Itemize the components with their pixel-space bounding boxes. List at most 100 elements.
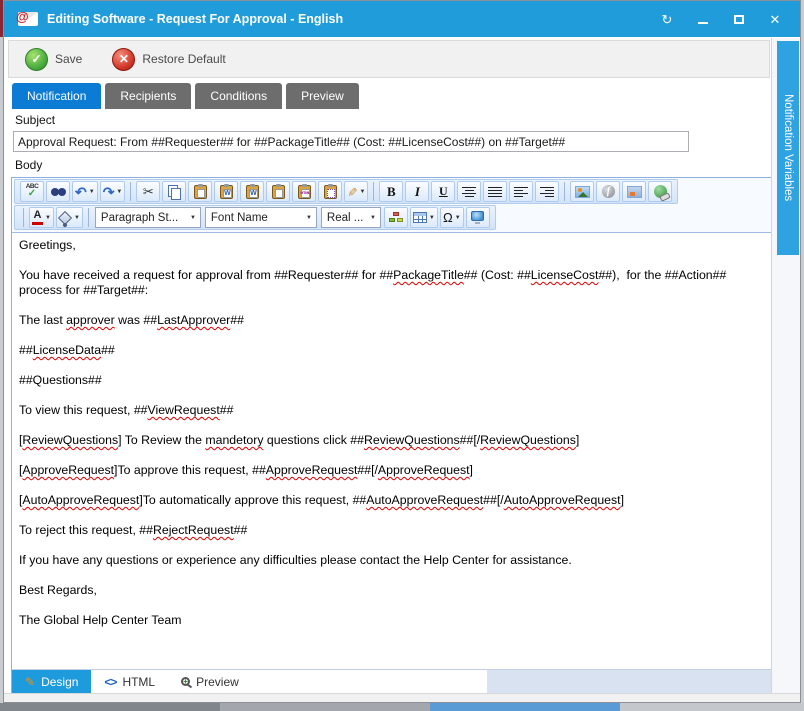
editor-toolbar-row2: A▼ ▼ Paragraph St...▼ Font Name ▼ Real ..… bbox=[14, 205, 496, 230]
image-manager-button[interactable] bbox=[570, 181, 594, 202]
misspelled-word: ApproveRequest bbox=[22, 463, 114, 477]
tab-design[interactable]: ✎ Design bbox=[12, 670, 91, 693]
editor-line: If you have any questions or experience … bbox=[19, 553, 765, 568]
justify-button[interactable] bbox=[483, 181, 507, 202]
paste-special-icon bbox=[324, 185, 337, 199]
save-check-icon: ✓ bbox=[25, 48, 48, 71]
main-tabs: Notification Recipients Conditions Previ… bbox=[12, 83, 359, 109]
misspelled-word: ViewRequest bbox=[148, 403, 220, 417]
rich-text-editor: ABC✓ ↶▼ ↷▼ ✂ W W HTML ✎▼ B I bbox=[11, 177, 773, 694]
editor-content[interactable]: Greetings, You have received a request f… bbox=[12, 233, 772, 669]
flash-manager-button[interactable]: f bbox=[596, 181, 620, 202]
spellcheck-icon: ABC✓ bbox=[26, 184, 39, 199]
paragraph-style-select[interactable]: Paragraph St...▼ bbox=[95, 207, 201, 228]
editor-mode-tabs: ✎ Design <> HTML + Preview bbox=[12, 669, 772, 693]
restore-default-button[interactable]: ✕ Restore Default bbox=[106, 44, 231, 74]
editor-line: Greetings, bbox=[19, 238, 765, 253]
misspelled-word: LastApprover bbox=[157, 313, 230, 327]
tab-editor-preview[interactable]: + Preview bbox=[168, 670, 252, 693]
media-manager-button[interactable] bbox=[622, 181, 646, 202]
paste-from-word-strip-button[interactable]: W bbox=[240, 181, 264, 202]
paste-plain-text-button[interactable] bbox=[266, 181, 290, 202]
dropdown-caret-icon: ▼ bbox=[306, 215, 312, 221]
cut-button[interactable]: ✂ bbox=[136, 181, 160, 202]
editor-line bbox=[19, 448, 765, 463]
misspelled-word: AutoApproveRequest bbox=[504, 493, 621, 507]
spellcheck-button[interactable]: ABC✓ bbox=[20, 181, 44, 202]
misspelled-word: ReviewQuestions bbox=[480, 433, 576, 447]
command-bar: ✓ Save ✕ Restore Default bbox=[8, 40, 770, 78]
paste-as-html-button[interactable]: HTML bbox=[292, 181, 316, 202]
screen-icon bbox=[471, 211, 484, 221]
editor-line bbox=[19, 253, 765, 268]
font-color-caret-icon: ▼ bbox=[45, 215, 51, 221]
align-center-icon bbox=[462, 187, 476, 197]
maximize-button[interactable] bbox=[732, 13, 746, 26]
titlebar: @ Editing Software - Request For Approva… bbox=[4, 1, 800, 37]
undo-caret-icon: ▼ bbox=[89, 189, 95, 195]
misspelled-word: ApproveRequest bbox=[266, 463, 358, 477]
screen: @ Editing Software - Request For Approva… bbox=[0, 0, 804, 711]
font-size-select[interactable]: Real ... ▼ bbox=[321, 207, 381, 228]
format-stripper-button[interactable]: ✎▼ bbox=[344, 181, 368, 202]
desktop-background bbox=[0, 703, 804, 711]
font-name-value: Font Name bbox=[211, 212, 268, 224]
paste-button[interactable] bbox=[188, 181, 212, 202]
close-button[interactable]: ✕ bbox=[768, 13, 782, 26]
paste-icon bbox=[194, 185, 207, 199]
omega-icon: Ω bbox=[443, 211, 453, 224]
save-button[interactable]: ✓ Save bbox=[19, 44, 88, 74]
editor-line bbox=[19, 538, 765, 553]
background-color-button[interactable]: ▼ bbox=[56, 207, 83, 228]
editor-line: ##Questions## bbox=[19, 373, 765, 388]
tab-notification[interactable]: Notification bbox=[12, 83, 101, 109]
insert-table-button[interactable]: ▼ bbox=[410, 207, 438, 228]
toolbar-separator bbox=[373, 182, 374, 201]
editor-line: You have received a request for approval… bbox=[19, 268, 765, 298]
app-window: @ Editing Software - Request For Approva… bbox=[3, 0, 801, 703]
paste-special-button[interactable] bbox=[318, 181, 342, 202]
font-color-button[interactable]: A▼ bbox=[29, 207, 54, 228]
css-class-button[interactable] bbox=[384, 207, 408, 228]
find-replace-button[interactable] bbox=[46, 181, 70, 202]
tab-conditions[interactable]: Conditions bbox=[195, 83, 282, 109]
align-right-button[interactable] bbox=[535, 181, 559, 202]
editor-line bbox=[19, 478, 765, 493]
align-center-button[interactable] bbox=[457, 181, 481, 202]
redo-button[interactable]: ↷▼ bbox=[100, 181, 126, 202]
refresh-button[interactable]: ↻ bbox=[660, 13, 674, 26]
bold-button[interactable]: B bbox=[379, 181, 403, 202]
italic-button[interactable]: I bbox=[405, 181, 429, 202]
align-left-button[interactable] bbox=[509, 181, 533, 202]
special-characters-button[interactable]: Ω▼ bbox=[440, 207, 464, 228]
misspelled-word: approver bbox=[66, 313, 115, 327]
magnifier-icon: + bbox=[181, 677, 190, 686]
underline-button[interactable]: U bbox=[431, 181, 455, 202]
font-size-value: Real ... bbox=[327, 212, 363, 224]
undo-button[interactable]: ↶▼ bbox=[72, 181, 98, 202]
dropdown-caret-icon: ▼ bbox=[370, 215, 376, 221]
editor-line: The last approver was ##LastApprover## bbox=[19, 313, 765, 328]
editor-line bbox=[19, 568, 765, 583]
misspelled-word: ReviewQuestions bbox=[364, 433, 460, 447]
minimize-button[interactable] bbox=[696, 13, 710, 26]
screen-mode-button[interactable] bbox=[466, 207, 490, 228]
bold-icon: B bbox=[387, 184, 396, 200]
font-name-select[interactable]: Font Name ▼ bbox=[205, 207, 317, 228]
editor-line: Best Regards, bbox=[19, 583, 765, 598]
hyperlink-manager-button[interactable] bbox=[648, 181, 672, 202]
preview-tab-label: Preview bbox=[196, 675, 239, 689]
misspelled-word: PackageTitle bbox=[393, 268, 464, 282]
notification-variables-tab[interactable]: Notification Variables bbox=[777, 41, 799, 255]
binoculars-icon bbox=[51, 187, 66, 197]
paste-from-word-button[interactable]: W bbox=[214, 181, 238, 202]
tab-html[interactable]: <> HTML bbox=[91, 670, 168, 693]
copy-button[interactable] bbox=[162, 181, 186, 202]
tab-recipients[interactable]: Recipients bbox=[105, 83, 191, 109]
html-tag-icon: <> bbox=[104, 675, 116, 689]
right-side-panel: Notification Variables bbox=[771, 38, 800, 695]
tab-preview[interactable]: Preview bbox=[286, 83, 359, 109]
subject-input[interactable] bbox=[13, 131, 689, 152]
toolbar-separator bbox=[130, 182, 131, 201]
html-tab-label: HTML bbox=[122, 675, 155, 689]
